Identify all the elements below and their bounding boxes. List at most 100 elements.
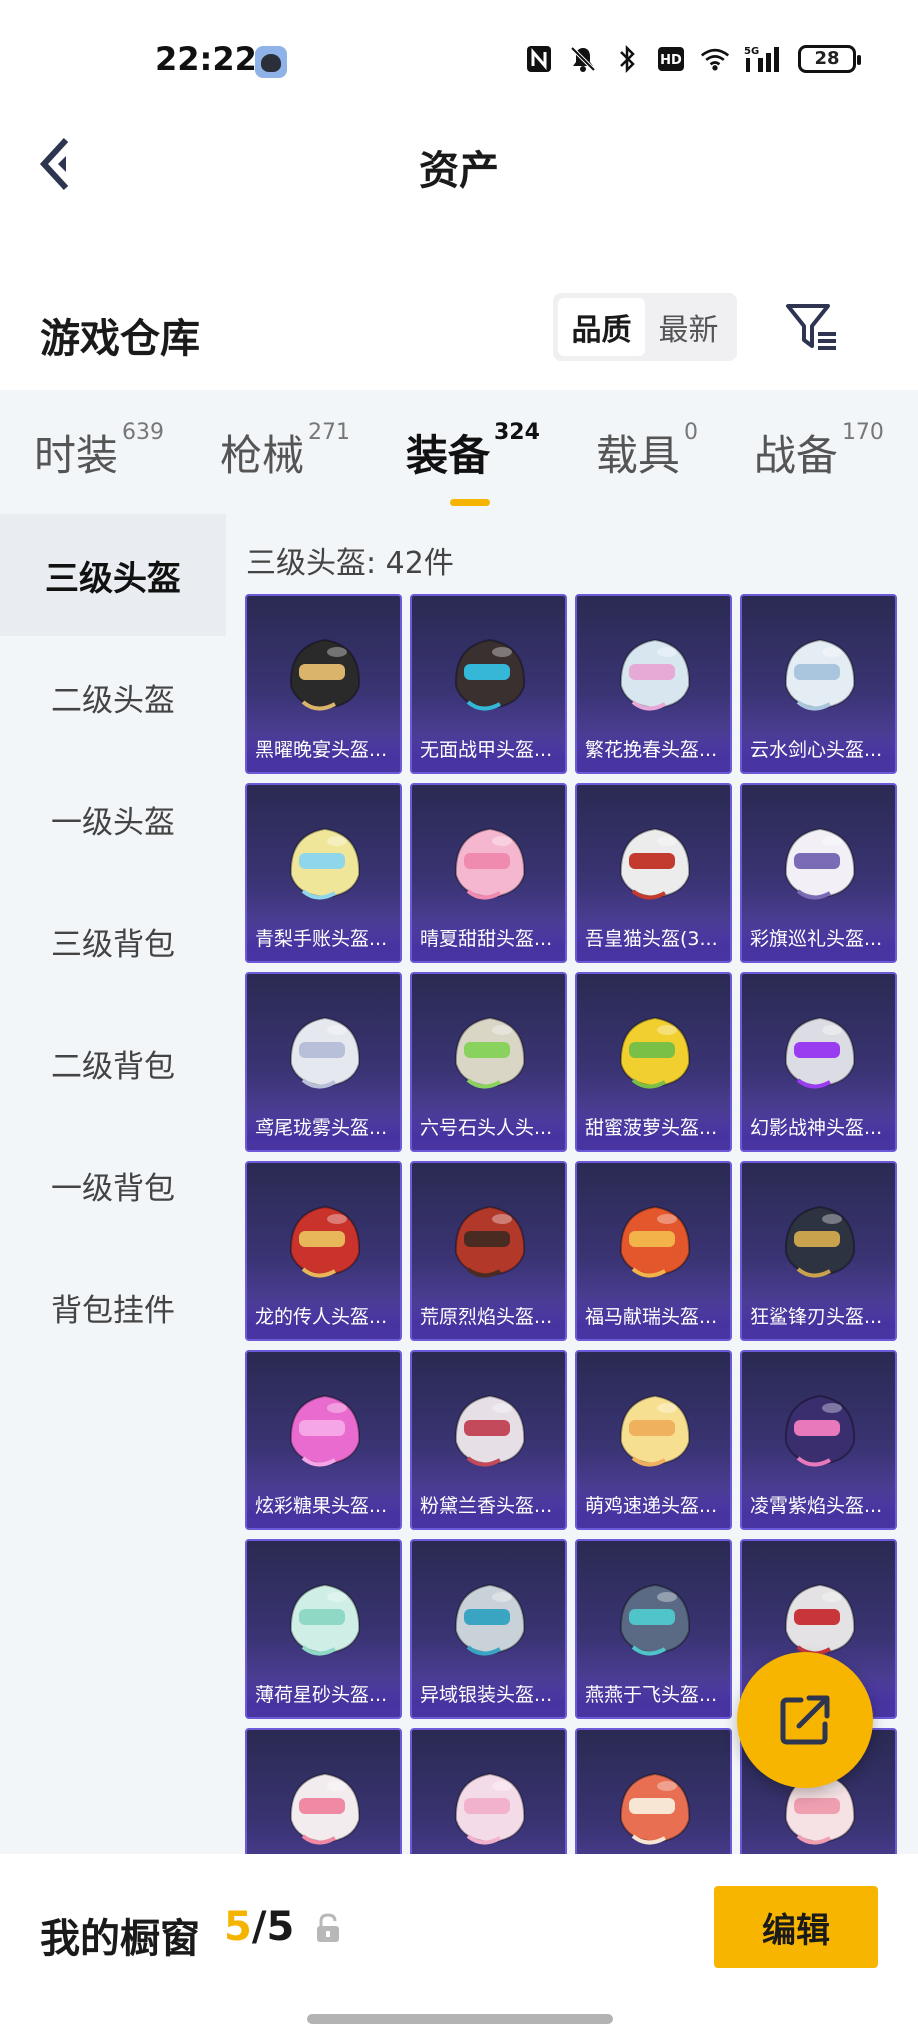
item-card[interactable]: 炫彩糖果头盔... bbox=[245, 1350, 402, 1530]
lock-icon bbox=[314, 1912, 342, 1946]
sidebar-item-backpack-charm[interactable]: 背包挂件 bbox=[0, 1246, 226, 1368]
item-name: 薄荷星砂头盔... bbox=[255, 1684, 388, 1706]
helmet-icon bbox=[289, 827, 361, 900]
helmet-icon bbox=[289, 1016, 361, 1089]
mute-icon bbox=[568, 44, 598, 74]
item-name: 吾皇猫头盔(3... bbox=[585, 928, 718, 950]
item-card[interactable]: 六号石头人头... bbox=[410, 972, 567, 1152]
helmet-icon bbox=[454, 638, 526, 711]
item-card[interactable] bbox=[575, 1728, 732, 1854]
item-card[interactable]: 幻影战神头盔... bbox=[740, 972, 897, 1152]
item-name: 繁花挽春头盔... bbox=[585, 739, 718, 761]
edit-button[interactable]: 编辑 bbox=[714, 1886, 878, 1968]
item-card[interactable] bbox=[410, 1728, 567, 1854]
category-tabs: 时装 639 枪械 271 装备 324 载具 0 战备 170 bbox=[0, 390, 918, 514]
item-name: 福马献瑞头盔... bbox=[585, 1306, 718, 1328]
helmet-icon bbox=[784, 827, 856, 900]
helmet-icon bbox=[454, 1772, 526, 1845]
item-name: 幻影战神头盔... bbox=[750, 1117, 883, 1139]
item-card[interactable]: 黑曜晚宴头盔... bbox=[245, 594, 402, 774]
item-card[interactable]: 狂鲨锋刃头盔... bbox=[740, 1161, 897, 1341]
item-name: 晴夏甜甜头盔... bbox=[420, 928, 553, 950]
battery-indicator: 28 bbox=[798, 45, 861, 73]
showcase-total: 5 bbox=[266, 1904, 295, 1950]
tab-vehicles[interactable]: 载具 0 bbox=[595, 420, 698, 482]
item-name: 无面战甲头盔... bbox=[420, 739, 553, 761]
item-card[interactable]: 晴夏甜甜头盔... bbox=[410, 783, 567, 963]
item-card[interactable]: 粉黛兰香头盔... bbox=[410, 1350, 567, 1530]
sort-option-quality[interactable]: 品质 bbox=[558, 298, 645, 356]
item-card[interactable]: 无面战甲头盔... bbox=[410, 594, 567, 774]
item-name: 黑曜晚宴头盔... bbox=[255, 739, 388, 761]
sidebar-item-helmet-lv2[interactable]: 二级头盔 bbox=[0, 636, 226, 758]
helmet-icon bbox=[619, 1205, 691, 1278]
item-card[interactable]: 青梨手账头盔... bbox=[245, 783, 402, 963]
item-name: 甜蜜菠萝头盔... bbox=[585, 1117, 718, 1139]
tab-label: 战备 bbox=[753, 431, 838, 480]
helmet-icon bbox=[784, 1394, 856, 1467]
share-button[interactable] bbox=[737, 1652, 873, 1788]
sidebar-item-backpack-lv2[interactable]: 二级背包 bbox=[0, 1002, 226, 1124]
item-card[interactable]: 凌霄紫焰头盔... bbox=[740, 1350, 897, 1530]
tab-count: 639 bbox=[122, 420, 164, 445]
tab-label: 载具 bbox=[595, 431, 680, 480]
helmet-icon bbox=[619, 1016, 691, 1089]
item-card[interactable]: 云水剑心头盔... bbox=[740, 594, 897, 774]
tab-count: 324 bbox=[494, 420, 540, 445]
helmet-icon bbox=[289, 1394, 361, 1467]
showcase-separator: / bbox=[251, 1904, 267, 1950]
sidebar-item-helmet-lv3[interactable]: 三级头盔 bbox=[0, 514, 226, 636]
tab-label: 装备 bbox=[405, 431, 490, 480]
tab-fashion[interactable]: 时装 639 bbox=[34, 420, 164, 482]
item-card[interactable]: 萌鸡速递头盔... bbox=[575, 1350, 732, 1530]
item-card[interactable]: 燕燕于飞头盔... bbox=[575, 1539, 732, 1719]
item-name: 青梨手账头盔... bbox=[255, 928, 388, 950]
item-card[interactable]: 吾皇猫头盔(3... bbox=[575, 783, 732, 963]
item-card[interactable]: 异域银装头盔... bbox=[410, 1539, 567, 1719]
page-title: 资产 bbox=[419, 148, 499, 194]
tab-count: 271 bbox=[308, 420, 350, 445]
showcase-current: 5 bbox=[224, 1904, 252, 1950]
helmet-icon bbox=[289, 1772, 361, 1845]
item-card[interactable]: 薄荷星砂头盔... bbox=[245, 1539, 402, 1719]
showcase-count: 5/5 bbox=[224, 1904, 294, 1950]
item-card[interactable]: 彩旗巡礼头盔... bbox=[740, 783, 897, 963]
tab-equipment[interactable]: 装备 324 bbox=[405, 420, 540, 506]
item-name: 龙的传人头盔... bbox=[255, 1306, 388, 1328]
sidebar-item-helmet-lv1[interactable]: 一级头盔 bbox=[0, 758, 226, 880]
helmet-icon bbox=[454, 1394, 526, 1467]
helmet-icon bbox=[289, 638, 361, 711]
sort-option-newest[interactable]: 最新 bbox=[645, 298, 732, 356]
item-card[interactable] bbox=[245, 1728, 402, 1854]
helmet-icon bbox=[784, 1583, 856, 1656]
filter-button[interactable] bbox=[784, 300, 840, 356]
tab-supplies[interactable]: 战备 170 bbox=[753, 420, 884, 482]
subcategory-sidebar: 三级头盔 二级头盔 一级头盔 三级背包 二级背包 一级背包 背包挂件 bbox=[0, 514, 226, 1854]
sidebar-item-backpack-lv3[interactable]: 三级背包 bbox=[0, 880, 226, 1002]
nfc-icon bbox=[524, 44, 554, 74]
helmet-icon bbox=[454, 1205, 526, 1278]
helmet-icon bbox=[619, 1394, 691, 1467]
item-card[interactable]: 龙的传人头盔... bbox=[245, 1161, 402, 1341]
item-name: 荒原烈焰头盔... bbox=[420, 1306, 553, 1328]
item-card[interactable]: 福马献瑞头盔... bbox=[575, 1161, 732, 1341]
app-notification-icon bbox=[255, 46, 287, 78]
tab-weapons[interactable]: 枪械 271 bbox=[219, 420, 350, 482]
tab-label: 枪械 bbox=[219, 431, 304, 480]
item-card[interactable]: 繁花挽春头盔... bbox=[575, 594, 732, 774]
signal-5g-icon: 5G bbox=[744, 44, 784, 74]
item-name: 彩旗巡礼头盔... bbox=[750, 928, 883, 950]
filter-icon bbox=[786, 304, 836, 350]
item-name: 凌霄紫焰头盔... bbox=[750, 1495, 883, 1517]
item-card[interactable]: 荒原烈焰头盔... bbox=[410, 1161, 567, 1341]
item-card[interactable]: 甜蜜菠萝头盔... bbox=[575, 972, 732, 1152]
home-indicator[interactable] bbox=[307, 2014, 613, 2024]
sort-toggle: 品质 最新 bbox=[553, 293, 737, 361]
item-card[interactable]: 鸢尾珑雾头盔... bbox=[245, 972, 402, 1152]
item-name: 炫彩糖果头盔... bbox=[255, 1495, 388, 1517]
item-name: 粉黛兰香头盔... bbox=[420, 1495, 553, 1517]
item-name: 狂鲨锋刃头盔... bbox=[750, 1306, 883, 1328]
hd-icon: HD bbox=[656, 44, 686, 74]
sidebar-item-backpack-lv1[interactable]: 一级背包 bbox=[0, 1124, 226, 1246]
helmet-icon bbox=[619, 1583, 691, 1656]
